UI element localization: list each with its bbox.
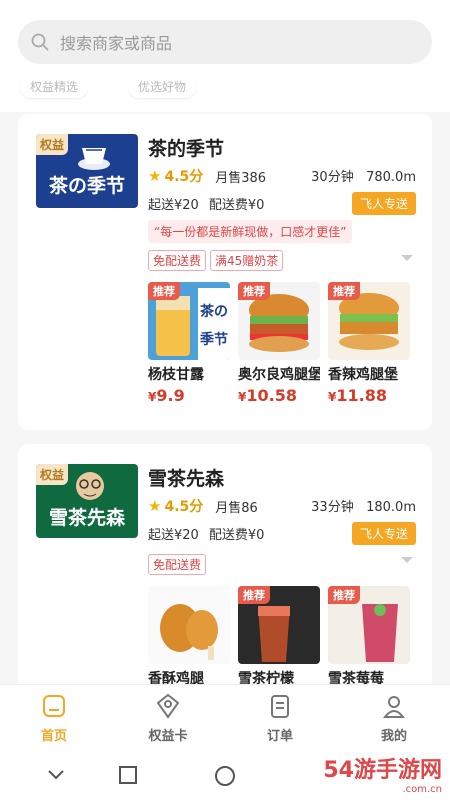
recents-square-icon[interactable] — [118, 765, 138, 785]
promo-tag: 免配送费 — [148, 554, 207, 575]
store-badge: 权益 — [36, 134, 69, 155]
chevron-down-icon[interactable] — [400, 254, 414, 262]
chip-item[interactable]: 权益精选 — [20, 76, 89, 98]
home-icon — [43, 695, 65, 717]
bottom-nav: 首页 权益卡 订单 我的 — [0, 684, 450, 751]
product-price-value: 9.9 — [156, 386, 185, 405]
nav-profile[interactable]: 我的 — [354, 693, 434, 744]
time-distance: 30分钟 780.0m — [311, 166, 416, 185]
svg-text:季节: 季节 — [199, 331, 228, 348]
min-order: 起送¥20 — [148, 528, 199, 543]
rating-score: 4.5分 — [164, 499, 204, 515]
store-quote: “每一份都是新鲜现做，口感才更佳” — [148, 220, 353, 243]
store-rating: ★ 4.5分 月售386 — [148, 166, 266, 186]
product-image: 推荐 — [238, 282, 320, 360]
fee-info: 起送¥20 配送费¥0 — [148, 524, 274, 543]
diamond-icon — [156, 693, 180, 719]
product-price: ¥11.88 — [328, 386, 387, 405]
product-price: ¥9.9 — [148, 386, 185, 405]
product-item[interactable]: 推荐 雪茶柠檬 — [238, 586, 320, 688]
order-icon — [271, 695, 289, 718]
watermark-sub: .com.cn — [402, 784, 442, 795]
store-name[interactable]: 雪茶先森 — [148, 464, 224, 491]
svg-text:茶の: 茶の — [199, 303, 228, 320]
product-image: 推荐 — [328, 282, 410, 360]
time-distance: 33分钟 180.0m — [311, 496, 416, 515]
logo-text: 茶の季节 — [48, 175, 125, 197]
fee-info: 起送¥20 配送费¥0 — [148, 194, 274, 213]
promo-tag: 满45赠奶茶 — [210, 250, 284, 271]
monthly-sales: 月售386 — [215, 170, 267, 186]
recommend-badge: 推荐 — [238, 586, 270, 604]
product-image: 推荐 — [238, 586, 320, 664]
store-logo: 权益 雪茶先森 — [36, 464, 138, 538]
star-icon: ★ — [148, 167, 162, 185]
chip-item[interactable]: 优选好物 — [128, 76, 197, 98]
top-bar: 搜索商家或商品 权益精选 优选好物 — [0, 0, 450, 112]
delivery-time: 30分钟 — [311, 170, 354, 185]
watermark-main: 54游手游网 — [323, 758, 442, 783]
promo-tags: 免配送费 — [148, 554, 210, 575]
product-item[interactable]: 推荐 香辣鸡腿堡 ¥11.88 — [328, 282, 410, 405]
search-input[interactable]: 搜索商家或商品 — [60, 30, 172, 54]
nav-benefits[interactable]: 权益卡 — [128, 693, 208, 744]
product-price: ¥10.58 — [238, 386, 297, 405]
delivery-badge: 飞人专送 — [351, 192, 416, 215]
nav-label: 首页 — [40, 729, 67, 744]
watermark-logo: 54游手游网 .com.cn — [323, 752, 442, 795]
delivery-badge: 飞人专送 — [351, 522, 416, 545]
distance: 180.0m — [366, 500, 416, 515]
store-badge: 权益 — [36, 464, 69, 485]
category-chips: 权益精选 优选好物 — [0, 76, 450, 100]
store-logo: 权益 茶の季节 — [36, 134, 138, 208]
product-list: 茶の季节 推荐 杨枝甘露 ¥9.9 推荐 奥尔良鸡腿堡 ¥10.58 推荐 香辣… — [148, 282, 418, 405]
product-image: 茶の季节 推荐 — [148, 282, 230, 360]
store-card[interactable]: 权益 茶の季节 茶的季节 ★ 4.5分 月售386 30分钟 780.0m 起送… — [18, 114, 432, 430]
product-price-value: 11.88 — [336, 386, 387, 405]
product-name: 奥尔良鸡腿堡 — [238, 367, 320, 383]
product-name: 香辣鸡腿堡 — [328, 367, 398, 383]
home-circle-icon[interactable] — [214, 765, 236, 787]
product-image — [148, 586, 230, 664]
distance: 780.0m — [366, 170, 416, 185]
product-item[interactable]: 茶の季节 推荐 杨枝甘露 ¥9.9 — [148, 282, 230, 405]
store-name[interactable]: 茶的季节 — [148, 134, 224, 161]
chevron-down-icon[interactable] — [400, 556, 414, 564]
logo-text: 雪茶先森 — [48, 507, 125, 529]
back-chevron-icon[interactable] — [46, 765, 66, 785]
star-icon: ★ — [148, 497, 162, 515]
nav-home[interactable]: 首页 — [14, 693, 94, 744]
nav-label: 订单 — [266, 729, 293, 744]
delivery-fee: 配送费¥0 — [208, 528, 265, 543]
monthly-sales: 月售86 — [215, 500, 258, 516]
product-item[interactable]: 推荐 奥尔良鸡腿堡 ¥10.58 — [238, 282, 320, 405]
store-card[interactable]: 权益 雪茶先森 雪茶先森 ★ 4.5分 月售86 33分钟 180.0m 起送¥… — [18, 444, 432, 704]
delivery-fee: 配送费¥0 — [208, 198, 265, 213]
product-item[interactable]: 推荐 雪茶莓莓 — [328, 586, 410, 688]
nav-label: 权益卡 — [148, 729, 188, 744]
user-icon — [382, 696, 406, 718]
min-order: 起送¥20 — [148, 198, 199, 213]
recommend-badge: 推荐 — [148, 282, 180, 300]
product-price-value: 10.58 — [246, 386, 297, 405]
nav-label: 我的 — [380, 729, 407, 744]
recommend-badge: 推荐 — [238, 282, 270, 300]
rating-score: 4.5分 — [164, 169, 204, 185]
recommend-badge: 推荐 — [328, 586, 360, 604]
tea-cup-icon — [78, 148, 110, 170]
product-list: 香酥鸡腿 推荐 雪茶柠檬 推荐 雪茶莓莓 — [148, 586, 418, 688]
promo-tags: 免配送费 满45赠奶茶 — [148, 250, 287, 271]
search-bar[interactable]: 搜索商家或商品 — [18, 20, 432, 64]
product-item[interactable]: 香酥鸡腿 — [148, 586, 230, 688]
promo-tag: 免配送费 — [148, 250, 207, 271]
product-image: 推荐 — [328, 586, 410, 664]
delivery-time: 33分钟 — [311, 500, 354, 515]
product-name: 杨枝甘露 — [148, 367, 204, 383]
store-rating: ★ 4.5分 月售86 — [148, 496, 258, 516]
nav-orders[interactable]: 订单 — [240, 693, 320, 744]
search-icon — [31, 33, 49, 51]
recommend-badge: 推荐 — [328, 282, 360, 300]
